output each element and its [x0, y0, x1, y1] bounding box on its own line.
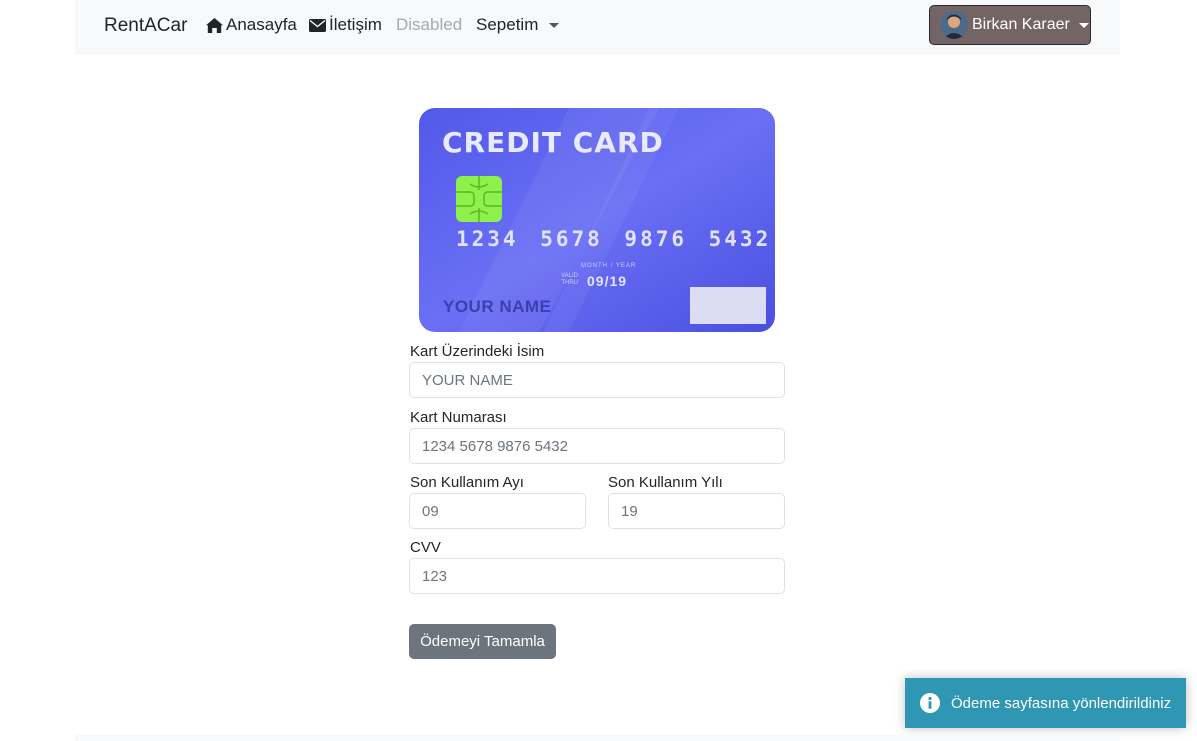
expiry-month-label: Son Kullanım Ayı: [410, 474, 524, 491]
chevron-down-icon: [1078, 22, 1089, 28]
signature-strip: [690, 287, 766, 324]
card-number: 1234 5678 9876 5432: [456, 227, 772, 251]
card-number-label: Kart Numarası: [410, 409, 507, 426]
cvv-input[interactable]: [409, 558, 785, 594]
expiry-year-input[interactable]: [608, 493, 785, 529]
envelope-icon: [309, 18, 326, 32]
cvv-label: CVV: [410, 539, 441, 556]
card-title: CREDIT CARD: [442, 126, 664, 159]
chevron-down-icon: [549, 22, 560, 28]
navbar: RentACar Anasayfa İletişim Disabled Sepe…: [74, 0, 1120, 55]
user-menu-button[interactable]: Birkan Karaer: [929, 5, 1091, 45]
user-name: Birkan Karaer: [972, 16, 1070, 33]
footer: [74, 734, 1120, 741]
card-number-input[interactable]: [409, 428, 785, 464]
info-circle-icon: [920, 693, 940, 713]
nav-contact-link[interactable]: İletişim: [309, 15, 382, 35]
toast-message: Ödeme sayfasına yönlendirildiniz: [951, 694, 1172, 712]
nav-contact-label: İletişim: [329, 15, 382, 34]
card-holder-name: YOUR NAME: [443, 297, 552, 316]
card-expiry: 09/19: [587, 273, 628, 289]
nav-home-link[interactable]: Anasayfa: [206, 15, 297, 35]
nav-cart-label: Sepetim: [476, 15, 539, 34]
avatar: [940, 11, 968, 39]
nav-cart-dropdown[interactable]: Sepetim: [476, 15, 560, 35]
chip-icon: [456, 176, 502, 222]
brand-link[interactable]: RentACar: [104, 15, 187, 37]
card-valid-thru: VALID THRU: [561, 273, 578, 286]
card-name-input[interactable]: [409, 362, 785, 398]
card-month-year-caption: MONTH / YEAR: [581, 263, 637, 269]
expiry-month-input[interactable]: [409, 493, 586, 529]
credit-card-image: CREDIT CARD 1234 5678 9876 5432 MONTH / …: [419, 108, 775, 332]
expiry-year-label: Son Kullanım Yılı: [608, 474, 723, 491]
nav-home-label: Anasayfa: [226, 15, 297, 34]
complete-payment-button[interactable]: Ödemeyi Tamamla: [409, 624, 556, 659]
nav-disabled-link: Disabled: [396, 15, 463, 34]
toast-notification[interactable]: Ödeme sayfasına yönlendirildiniz: [905, 678, 1186, 728]
home-icon: [206, 17, 223, 33]
card-name-label: Kart Üzerindeki İsim: [410, 343, 545, 360]
